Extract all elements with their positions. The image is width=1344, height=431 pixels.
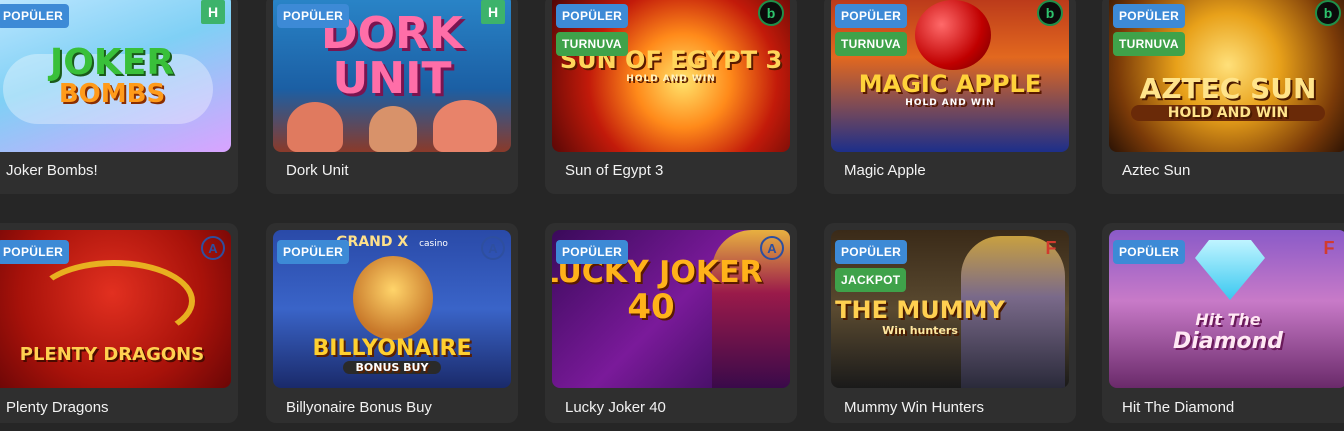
- provider-icon: b: [1037, 0, 1063, 26]
- game-thumbnail[interactable]: GRAND X casino BILLYONAIRE BONUS BUY POP…: [273, 230, 511, 388]
- game-card-aztec-sun[interactable]: AZTEC SUN HOLD AND WIN POPÜLER TURNUVA b…: [1102, 0, 1344, 194]
- badge-populer: POPÜLER: [556, 4, 629, 28]
- game-logo: LUCKY JOKER 40: [552, 255, 763, 327]
- game-logo: BILLYONAIRE BONUS BUY: [312, 336, 472, 374]
- badge-populer: POPÜLER: [277, 4, 350, 28]
- game-title[interactable]: Joker Bombs!: [6, 162, 98, 179]
- badge-turnuva: TURNUVA: [1113, 32, 1185, 56]
- badge-populer: POPÜLER: [1113, 240, 1186, 264]
- badge-populer: POPÜLER: [277, 240, 350, 264]
- game-thumbnail[interactable]: SUN OF EGYPT 3 HOLD AND WIN POPÜLER TURN…: [552, 0, 790, 152]
- game-logo: THE MUMMY Win hunters: [835, 296, 1005, 337]
- game-title[interactable]: Billyonaire Bonus Buy: [286, 399, 432, 416]
- badge-populer: POPÜLER: [835, 240, 908, 264]
- game-title[interactable]: Lucky Joker 40: [565, 399, 666, 416]
- provider-icon: H: [201, 0, 225, 24]
- game-title[interactable]: Aztec Sun: [1122, 162, 1190, 179]
- game-card-billyonaire-bonus-buy[interactable]: GRAND X casino BILLYONAIRE BONUS BUY POP…: [266, 223, 518, 423]
- game-logo: JOKER BOMBS: [49, 42, 175, 109]
- badge-turnuva: TURNUVA: [835, 32, 907, 56]
- provider-icon: A: [201, 236, 225, 260]
- provider-icon: b: [758, 0, 784, 26]
- game-title[interactable]: Hit The Diamond: [1122, 399, 1234, 416]
- game-card-plenty-dragons[interactable]: PLENTY DRAGONS POPÜLER A Plenty Dragons: [0, 223, 238, 423]
- provider-icon: b: [1315, 0, 1341, 26]
- badge-populer: POPÜLER: [0, 4, 70, 28]
- game-grid: JOKER BOMBS POPÜLER H Joker Bombs! DORK …: [0, 0, 1344, 431]
- game-thumbnail[interactable]: MAGIC APPLE HOLD AND WIN POPÜLER TURNUVA…: [831, 0, 1069, 152]
- badge-jackpot: JACKPOT: [835, 268, 907, 292]
- game-logo: PLENTY DRAGONS: [19, 344, 205, 365]
- provider-icon: A: [481, 236, 505, 260]
- game-title[interactable]: Dork Unit: [286, 162, 349, 179]
- badge-populer: POPÜLER: [835, 4, 908, 28]
- game-card-lucky-joker-40[interactable]: LUCKY JOKER 40 POPÜLER A Lucky Joker 40: [545, 223, 797, 423]
- game-title[interactable]: Magic Apple: [844, 162, 926, 179]
- game-thumbnail[interactable]: LUCKY JOKER 40 POPÜLER A: [552, 230, 790, 388]
- provider-icon: H: [481, 0, 505, 24]
- provider-icon: F: [1323, 237, 1335, 258]
- provider-icon: A: [760, 236, 784, 260]
- game-title[interactable]: Plenty Dragons: [6, 399, 109, 416]
- badge-turnuva: TURNUVA: [556, 32, 628, 56]
- game-thumbnail[interactable]: AZTEC SUN HOLD AND WIN POPÜLER TURNUVA b: [1109, 0, 1344, 152]
- game-logo: Hit The Diamond: [1172, 310, 1284, 354]
- game-logo: AZTEC SUN HOLD AND WIN: [1109, 72, 1344, 121]
- badge-populer: POPÜLER: [0, 240, 70, 264]
- game-card-sun-of-egypt-3[interactable]: SUN OF EGYPT 3 HOLD AND WIN POPÜLER TURN…: [545, 0, 797, 194]
- game-card-mummy-win-hunters[interactable]: THE MUMMY Win hunters POPÜLER JACKPOT F …: [824, 223, 1076, 423]
- provider-icon: F: [1045, 237, 1057, 258]
- game-thumbnail[interactable]: THE MUMMY Win hunters POPÜLER JACKPOT F: [831, 230, 1069, 388]
- game-title[interactable]: Mummy Win Hunters: [844, 399, 984, 416]
- game-thumbnail[interactable]: DORK UNIT POPÜLER H: [273, 0, 511, 152]
- badge-populer: POPÜLER: [556, 240, 629, 264]
- badge-populer: POPÜLER: [1113, 4, 1186, 28]
- game-logo: MAGIC APPLE HOLD AND WIN: [858, 70, 1042, 108]
- game-card-joker-bombs[interactable]: JOKER BOMBS POPÜLER H Joker Bombs!: [0, 0, 238, 194]
- game-title[interactable]: Sun of Egypt 3: [565, 162, 663, 179]
- game-thumbnail[interactable]: JOKER BOMBS POPÜLER H: [0, 0, 231, 152]
- game-card-magic-apple[interactable]: MAGIC APPLE HOLD AND WIN POPÜLER TURNUVA…: [824, 0, 1076, 194]
- game-card-dork-unit[interactable]: DORK UNIT POPÜLER H Dork Unit: [266, 0, 518, 194]
- game-card-hit-the-diamond[interactable]: Hit The Diamond POPÜLER F Hit The Diamon…: [1102, 223, 1344, 423]
- game-thumbnail[interactable]: Hit The Diamond POPÜLER F: [1109, 230, 1344, 388]
- game-thumbnail[interactable]: PLENTY DRAGONS POPÜLER A: [0, 230, 231, 388]
